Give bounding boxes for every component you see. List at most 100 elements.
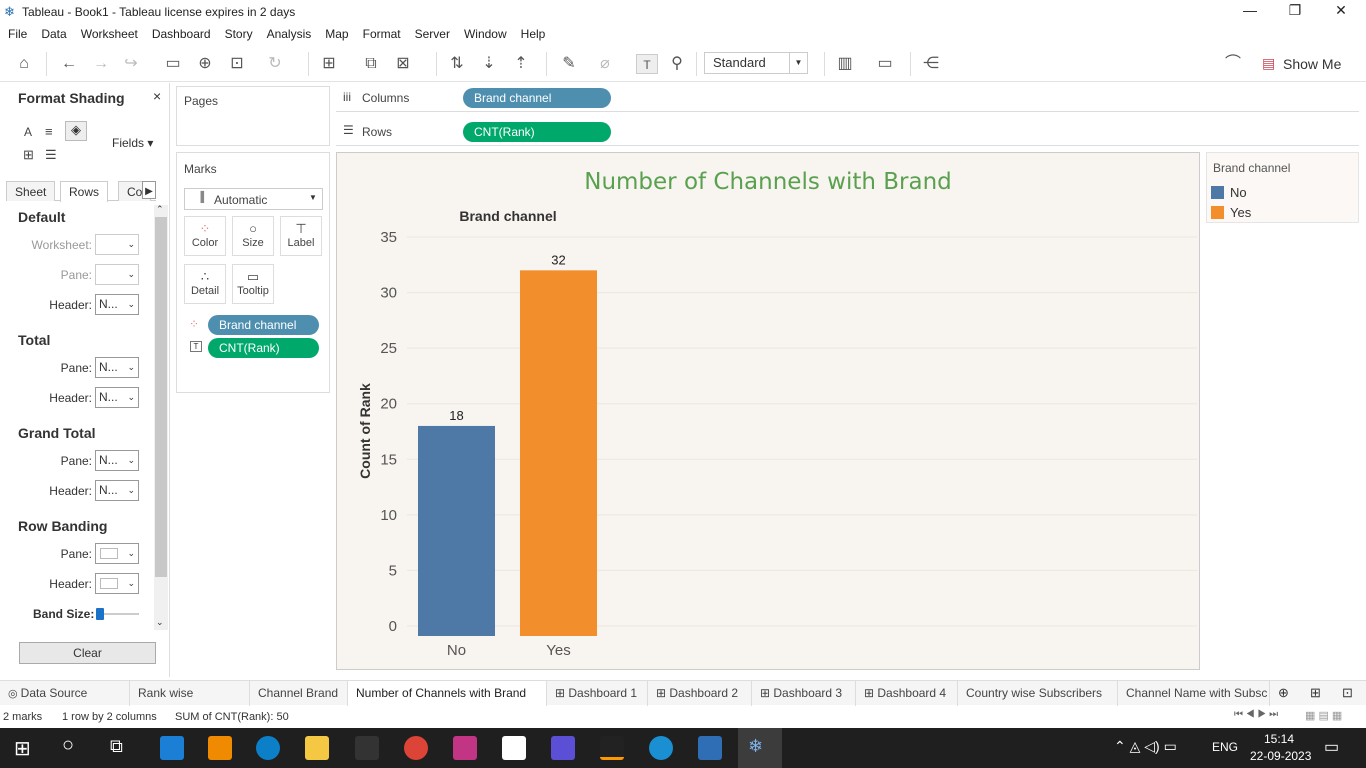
show-cards-icon[interactable]: ▥ [834,54,856,74]
marks-pill-cnt-rank[interactable]: CNT(Rank) [208,338,319,358]
rows-shelf[interactable]: ☰ Rows CNT(Rank) [336,120,1359,146]
vlc-icon[interactable] [208,736,232,760]
columns-pill-brand-channel[interactable]: Brand channel [463,88,611,108]
amazon-icon[interactable] [600,736,624,760]
refresh-icon[interactable]: ↻ [264,54,286,74]
tab-rows[interactable]: Rows [60,181,109,202]
grand-total-pane-dropdown[interactable]: N... ⌄ [95,450,139,471]
close-icon[interactable]: × [153,88,161,104]
tab-dashboard-3[interactable]: ⊞ Dashboard 3 [752,681,856,706]
menu-map[interactable]: Map [325,24,348,44]
photos-icon[interactable] [698,736,722,760]
ie-browser-icon[interactable] [160,736,184,760]
file-explorer-icon[interactable] [305,736,329,760]
language-indicator[interactable]: ENG [1212,740,1238,754]
minimize-button[interactable]: — [1230,2,1270,22]
new-datasource-icon[interactable]: ⊕ [194,54,216,74]
fields-dropdown[interactable]: Fields ▾ [112,136,153,150]
tooltip-card[interactable]: ▭ Tooltip [232,264,274,304]
menu-analysis[interactable]: Analysis [267,24,312,44]
total-header-dropdown[interactable]: N... ⌄ [95,387,139,408]
menu-format[interactable]: Format [363,24,401,44]
color-card[interactable]: ⁘ Color [184,216,226,256]
tab-data-source[interactable]: ◎ Data Source [0,681,130,706]
format-pane-scrollbar[interactable]: ⌃ ⌄ [154,204,168,630]
menu-file[interactable]: File [8,24,27,44]
tab-channel-brand[interactable]: Channel Brand [250,681,348,706]
clear-button[interactable]: Clear [19,642,156,664]
windows-start-icon[interactable]: ⊞ [14,736,31,761]
show-labels-icon[interactable]: T [636,54,658,74]
scrollbar-thumb[interactable] [155,217,167,577]
menu-worksheet[interactable]: Worksheet [81,24,138,44]
row-banding-header-dropdown[interactable]: ⌄ [95,573,139,594]
instagram-icon[interactable] [453,736,477,760]
rows-pill-cnt-rank[interactable]: CNT(Rank) [463,122,611,142]
clear-sheet-icon[interactable]: ⊠ [392,54,414,74]
edge-icon[interactable] [256,736,280,760]
detail-card[interactable]: ∴ Detail [184,264,226,304]
sync-app-icon[interactable] [649,736,673,760]
highlight-icon[interactable]: ✎ [558,54,580,74]
close-button[interactable]: ✕ [1321,2,1361,22]
menu-window[interactable]: Window [464,24,507,44]
new-story-icon[interactable]: ⊡ [1342,685,1353,701]
columns-shelf[interactable]: iii Columns Brand channel [336,86,1359,112]
mark-type-dropdown[interactable]: ▐ Automatic ▼ [184,188,323,210]
group-icon[interactable]: ⌀ [594,54,616,74]
dfx-icon[interactable] [355,736,379,760]
show-filmstrip-icon[interactable]: ▦ ▤ ▦ [1305,709,1342,722]
tab-number-of-channels-with-brand[interactable]: Number of Channels with Brand [348,681,547,706]
borders-icon[interactable]: ⊞ [23,147,34,163]
size-card[interactable]: ○ Size [232,216,274,256]
new-worksheet-icon[interactable]: ⊕ [1278,685,1289,701]
alignment-icon[interactable]: ≡ [45,124,53,139]
total-pane-dropdown[interactable]: N... ⌄ [95,357,139,378]
scroll-up-icon[interactable]: ⌃ [156,204,164,215]
notifications-icon[interactable]: ▭ [1324,737,1339,757]
label-card[interactable]: ⊤ Label [280,216,322,256]
paint-icon[interactable]: ⌒ [1222,54,1244,74]
menu-help[interactable]: Help [521,24,546,44]
shading-icon[interactable]: ◈ [65,121,87,141]
new-worksheet-icon[interactable]: ⊞ [318,54,340,74]
tab-dashboard-1[interactable]: ⊞ Dashboard 1 [547,681,648,706]
search-icon[interactable]: ○ [62,734,74,757]
grand-total-header-dropdown[interactable]: N... ⌄ [95,480,139,501]
tab-dashboard-4[interactable]: ⊞ Dashboard 4 [856,681,958,706]
redo-icon[interactable]: → [90,54,112,74]
presentation-icon[interactable]: ▭ [874,54,896,74]
task-view-icon[interactable]: ⧉ [110,736,123,757]
tab-channel-name-with-subsc[interactable]: Channel Name with Subsc [1118,681,1270,706]
pause-updates-icon[interactable]: ⊡ [226,54,248,74]
undo-icon[interactable]: ← [58,54,80,74]
fit-dropdown[interactable]: Standard ▼ [704,52,808,74]
default-header-dropdown[interactable]: N... ⌄ [95,294,139,315]
wikipedia-icon[interactable] [502,736,526,760]
first-sheet-icon[interactable]: ⏮ ◀ ▶ ⏭ [1234,709,1278,720]
sort-descending-icon[interactable]: ⇡ [510,54,532,74]
sort-ascending-icon[interactable]: ⇣ [478,54,500,74]
pin-icon[interactable]: ⚲ [666,54,688,74]
tab-country-wise-subscribers[interactable]: Country wise Subscribers [958,681,1118,706]
duplicate-icon[interactable]: ⧉ [360,54,382,74]
row-banding-pane-dropdown[interactable]: ⌄ [95,543,139,564]
menu-server[interactable]: Server [415,24,450,44]
home-icon[interactable]: ⌂ [13,54,35,74]
show-me-button[interactable]: Show Me [1283,56,1341,72]
chart-view[interactable]: 0 5 10 15 20 25 30 35 Number of Channels with Br… [336,152,1200,670]
band-size-slider-thumb[interactable] [96,608,104,620]
scroll-down-icon[interactable]: ⌄ [156,617,164,628]
lines-icon[interactable]: ☰ [45,147,57,163]
share-icon[interactable]: ⋲ [920,54,942,74]
menu-data[interactable]: Data [41,24,66,44]
swap-icon[interactable]: ⇅ [446,54,468,74]
tab-rank-wise-channel[interactable]: Rank wise Channel [130,681,250,724]
tab-scroll-right-icon[interactable]: ▶ [142,181,156,199]
menu-dashboard[interactable]: Dashboard [152,24,211,44]
default-pane-dropdown[interactable]: ⌄ [95,264,139,285]
clock-time[interactable]: 15:14 [1264,732,1294,746]
marks-pill-brand-channel[interactable]: Brand channel [208,315,319,335]
pages-card[interactable]: Pages [176,86,330,146]
restore-button[interactable]: ❐ [1275,2,1315,22]
